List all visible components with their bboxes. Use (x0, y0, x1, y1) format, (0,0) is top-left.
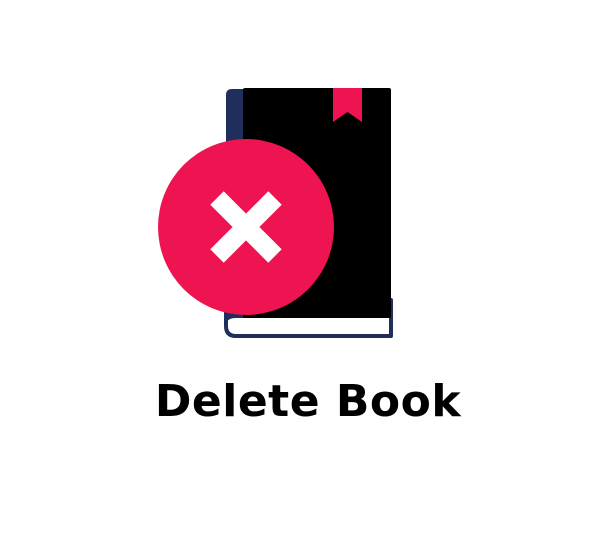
delete-book-icon (0, 0, 592, 532)
delete-book-title: Delete Book (154, 376, 462, 427)
close-icon (158, 139, 334, 315)
